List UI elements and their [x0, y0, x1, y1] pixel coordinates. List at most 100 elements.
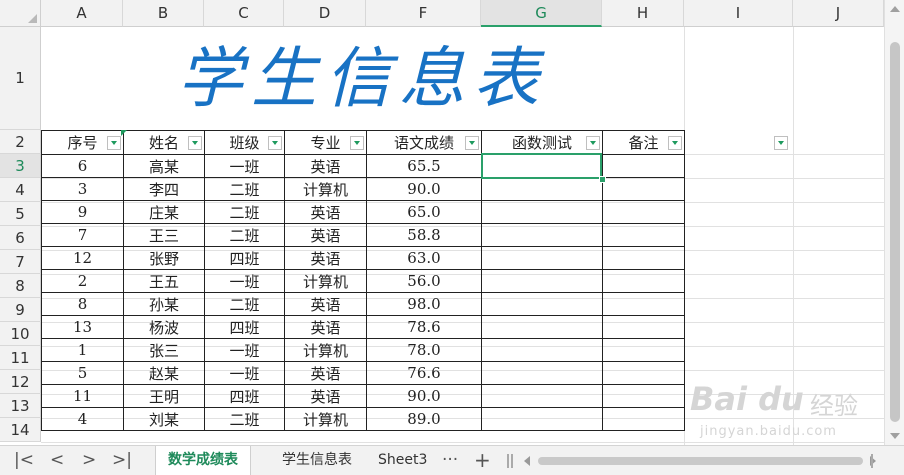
row-header-3[interactable]: 3 [0, 154, 41, 178]
column-header-a[interactable]: A [41, 0, 123, 27]
cell[interactable]: 12 [41, 246, 124, 270]
sheet-title[interactable]: 学生信息表 [120, 30, 604, 128]
tab-sheet3[interactable]: Sheet3 [366, 446, 439, 475]
row-header-10[interactable]: 10 [0, 322, 41, 346]
cell[interactable] [481, 223, 603, 247]
cell[interactable]: 英语 [284, 200, 367, 224]
cell[interactable]: 一班 [204, 338, 285, 362]
filter-dropdown-icon[interactable] [586, 136, 600, 150]
cell[interactable]: 计算机 [284, 338, 367, 362]
cell[interactable]: 78.0 [366, 338, 482, 362]
header-cell[interactable]: 专业 [284, 130, 367, 155]
cell[interactable] [481, 361, 603, 385]
cell[interactable]: 英语 [284, 246, 367, 270]
header-cell[interactable]: 序号 [41, 130, 124, 155]
filter-dropdown-icon[interactable] [465, 136, 479, 150]
cell[interactable] [602, 361, 685, 385]
cell[interactable]: 四班 [204, 315, 285, 339]
cell[interactable]: 英语 [284, 361, 367, 385]
cell[interactable]: 英语 [284, 223, 367, 247]
cell[interactable]: 赵某 [123, 361, 205, 385]
cell[interactable] [481, 384, 603, 408]
horizontal-scrollbar[interactable] [520, 454, 880, 467]
cell[interactable] [481, 315, 603, 339]
tab-student-info[interactable]: 学生信息表 [270, 446, 364, 475]
cell[interactable]: 计算机 [284, 269, 367, 293]
row-header-13[interactable]: 13 [0, 394, 41, 418]
cell[interactable] [602, 315, 685, 339]
cell[interactable]: 高某 [123, 154, 205, 178]
cell[interactable]: 5 [41, 361, 124, 385]
cell[interactable]: 孙某 [123, 292, 205, 316]
cell[interactable]: 二班 [204, 292, 285, 316]
cell[interactable]: 63.0 [366, 246, 482, 270]
cell[interactable] [481, 407, 603, 431]
cell[interactable]: 计算机 [284, 177, 367, 201]
column-header-i[interactable]: I [684, 0, 793, 27]
cell[interactable]: 庄某 [123, 200, 205, 224]
cell[interactable]: 王三 [123, 223, 205, 247]
cell[interactable]: 一班 [204, 269, 285, 293]
cell[interactable] [481, 246, 603, 270]
cell[interactable]: 7 [41, 223, 124, 247]
cell[interactable] [602, 292, 685, 316]
row-header-9[interactable]: 9 [0, 298, 41, 322]
cell[interactable]: 王五 [123, 269, 205, 293]
cell[interactable]: 58.8 [366, 223, 482, 247]
cell[interactable]: 78.6 [366, 315, 482, 339]
cell[interactable]: 89.0 [366, 407, 482, 431]
vertical-scrollbar[interactable] [884, 0, 904, 445]
first-sheet-icon[interactable]: |< [14, 450, 34, 470]
tab-math-scores[interactable]: 数学成绩表 [155, 446, 251, 475]
cell[interactable]: 英语 [284, 154, 367, 178]
cell[interactable]: 刘某 [123, 407, 205, 431]
active-cell-selection[interactable] [481, 153, 602, 179]
cell[interactable]: 计算机 [284, 407, 367, 431]
add-sheet-icon[interactable]: + [474, 450, 491, 470]
cell[interactable] [602, 384, 685, 408]
cell[interactable]: 13 [41, 315, 124, 339]
scrollbar-thumb[interactable] [538, 457, 863, 465]
row-header-1[interactable]: 1 [0, 27, 41, 130]
cell[interactable]: 98.0 [366, 292, 482, 316]
tab-splitter-handle[interactable] [507, 454, 513, 468]
filter-dropdown-icon[interactable] [188, 136, 202, 150]
row-header-4[interactable]: 4 [0, 178, 41, 202]
header-cell[interactable]: 语文成绩 [366, 130, 482, 155]
filter-dropdown-icon[interactable] [350, 136, 364, 150]
row-header-14[interactable]: 14 [0, 418, 41, 442]
cell[interactable] [481, 292, 603, 316]
cell[interactable]: 4 [41, 407, 124, 431]
cell[interactable] [602, 177, 685, 201]
cell[interactable]: 6 [41, 154, 124, 178]
split-handle[interactable] [871, 454, 875, 468]
row-header-8[interactable]: 8 [0, 274, 41, 298]
prev-sheet-icon[interactable]: < [50, 450, 64, 470]
cell[interactable] [481, 177, 603, 201]
cell[interactable]: 二班 [204, 200, 285, 224]
column-header-c[interactable]: C [204, 0, 284, 27]
scroll-up-icon[interactable] [890, 6, 900, 12]
cell[interactable]: 11 [41, 384, 124, 408]
row-header-11[interactable]: 11 [0, 346, 41, 370]
cell[interactable]: 英语 [284, 315, 367, 339]
column-header-h[interactable]: H [602, 0, 684, 27]
header-cell[interactable]: 姓名 [123, 130, 205, 155]
row-header-5[interactable]: 5 [0, 202, 41, 226]
filter-dropdown-icon[interactable] [668, 136, 682, 150]
next-sheet-icon[interactable]: > [82, 450, 96, 470]
cell[interactable] [602, 269, 685, 293]
cell[interactable] [602, 407, 685, 431]
cell[interactable]: 65.5 [366, 154, 482, 178]
cell[interactable] [481, 269, 603, 293]
cell[interactable]: 英语 [284, 384, 367, 408]
more-sheets-icon[interactable]: ··· [442, 450, 458, 470]
cell[interactable]: 一班 [204, 361, 285, 385]
cell[interactable]: 李四 [123, 177, 205, 201]
column-header-b[interactable]: B [123, 0, 204, 27]
column-header-j[interactable]: J [793, 0, 884, 27]
row-header-2[interactable]: 2 [0, 130, 41, 154]
scroll-left-icon[interactable] [524, 456, 530, 466]
cell[interactable]: 90.0 [366, 384, 482, 408]
cell[interactable]: 四班 [204, 246, 285, 270]
